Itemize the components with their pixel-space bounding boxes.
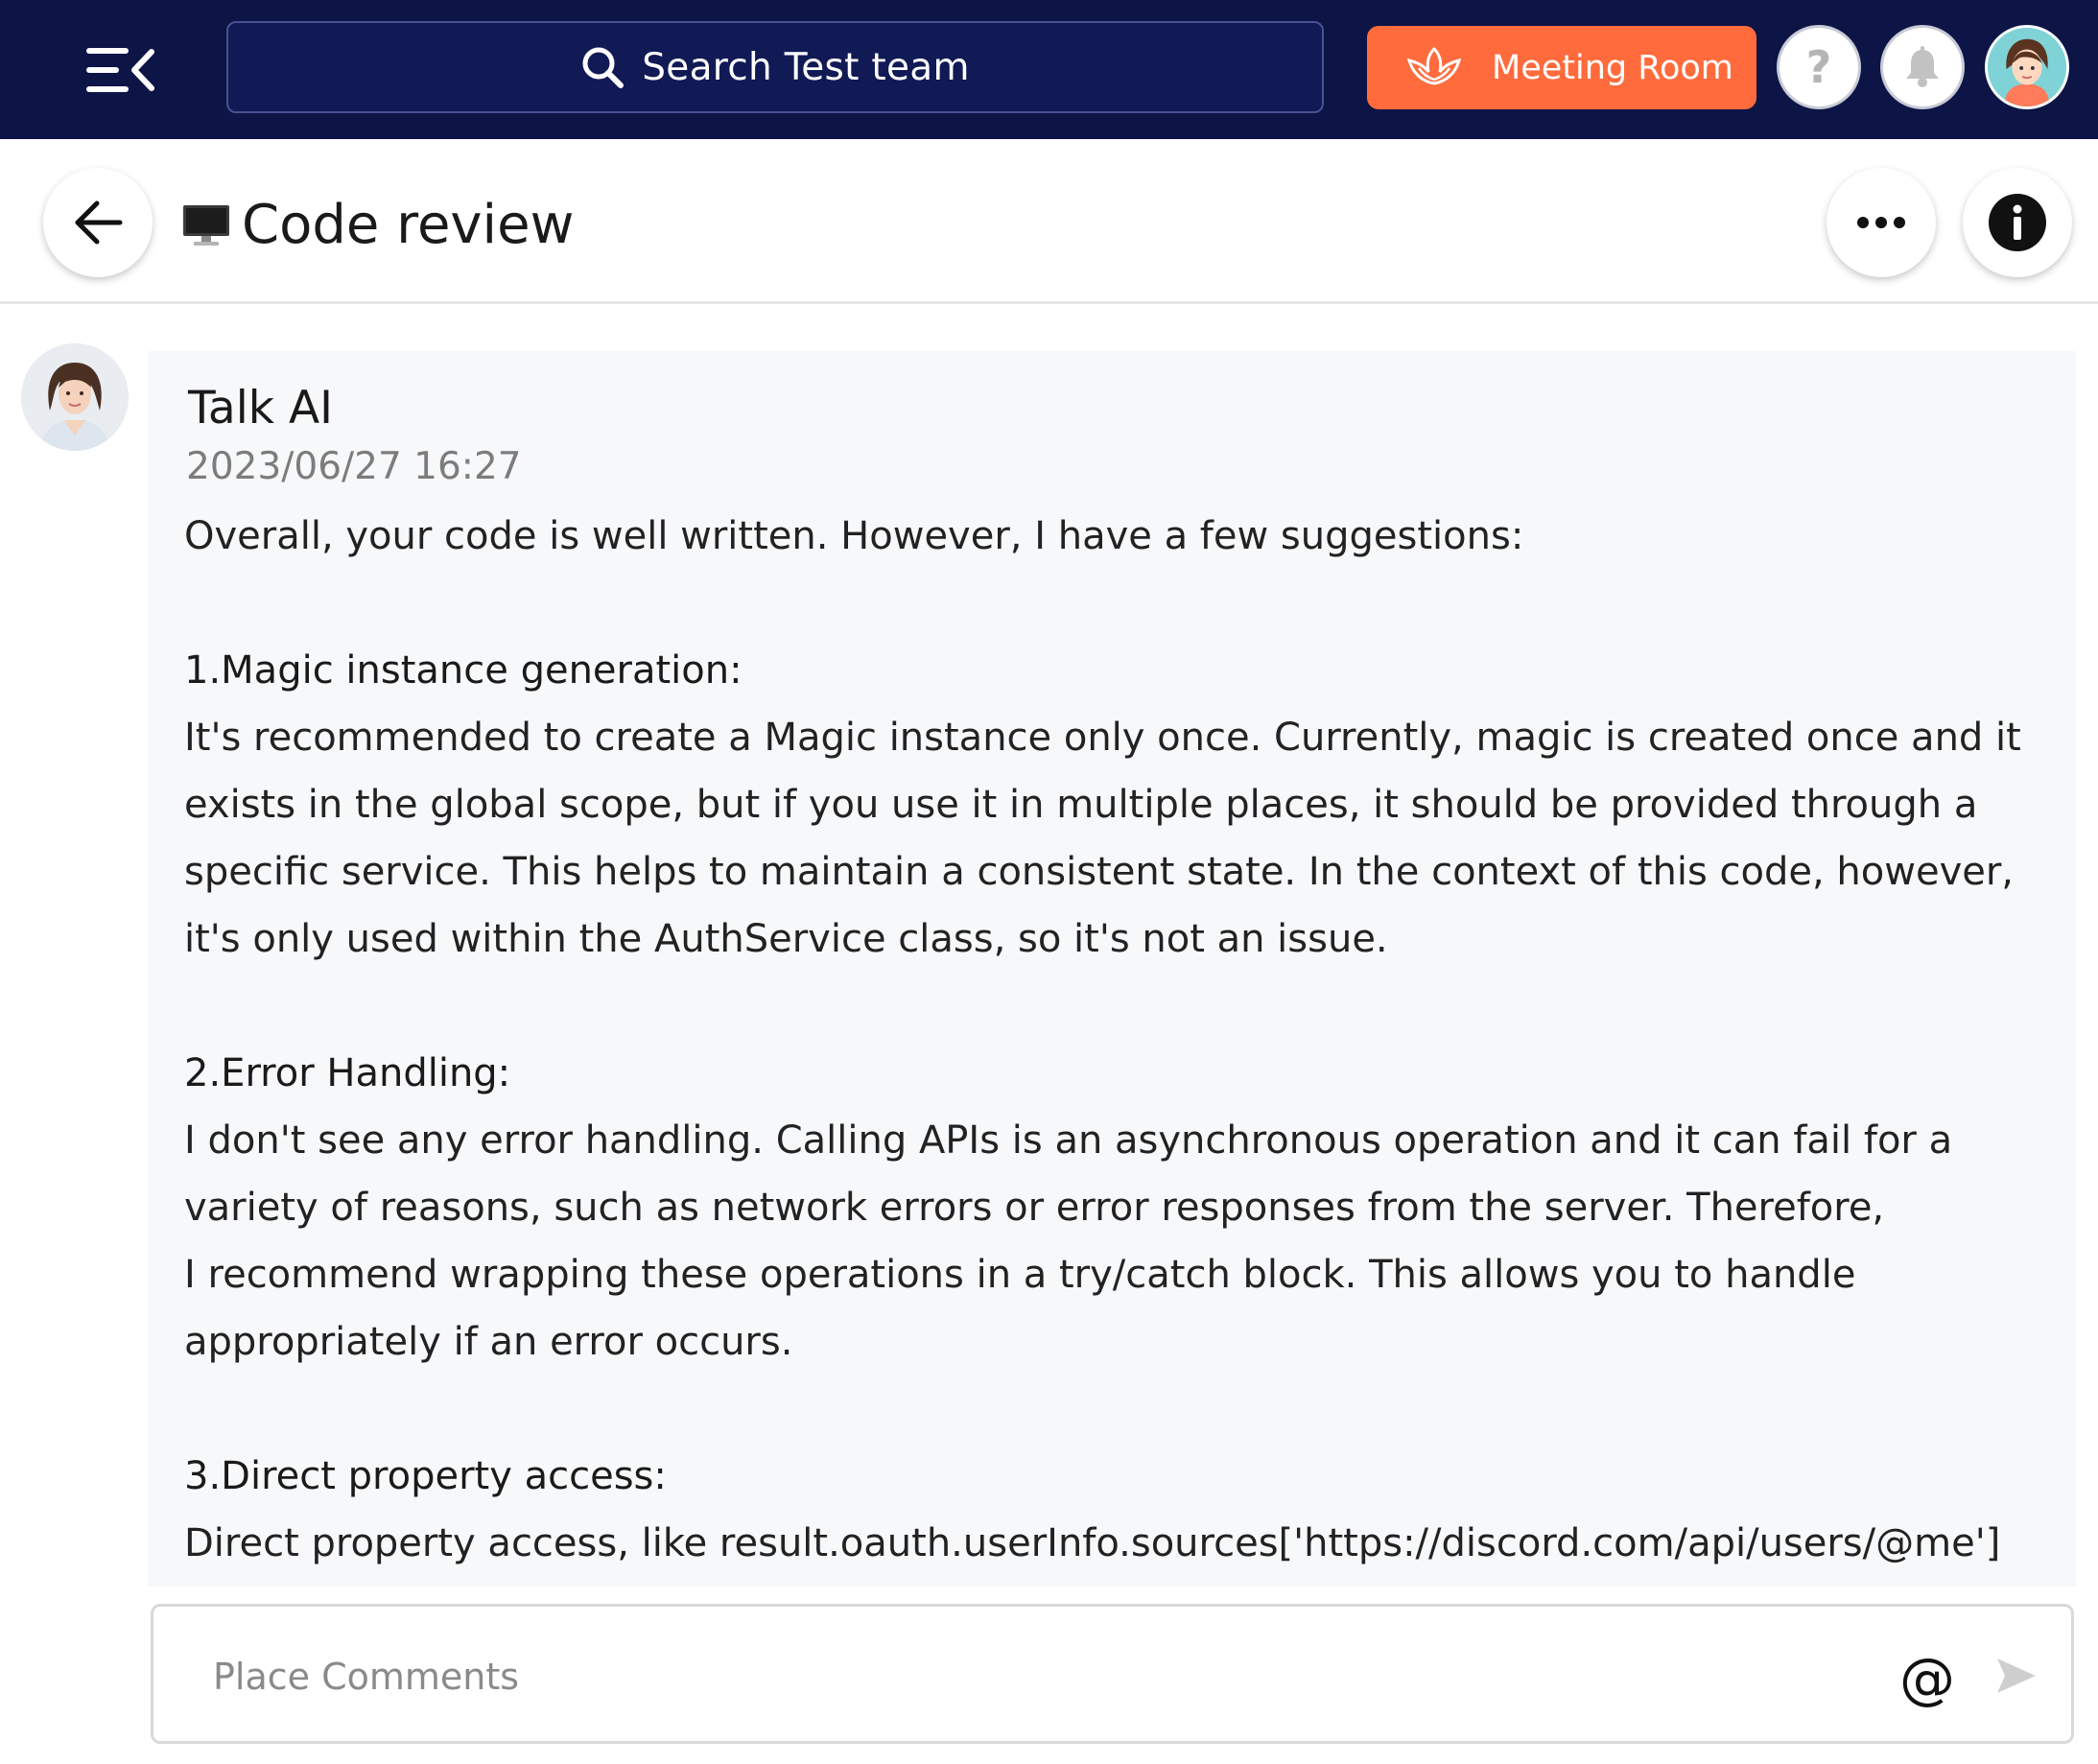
bell-icon bbox=[1906, 46, 1939, 87]
search-bar[interactable]: Search Test team bbox=[226, 21, 1324, 113]
arrow-left-icon bbox=[75, 200, 123, 245]
section-line: It's recommended to create a Magic insta… bbox=[184, 716, 2021, 760]
back-button[interactable] bbox=[43, 168, 153, 277]
desktop-computer-icon bbox=[183, 205, 229, 246]
section-line: Direct property access, like result.oaut… bbox=[184, 1521, 2001, 1565]
more-options-button[interactable] bbox=[1827, 168, 1936, 277]
section-line: I recommend wrapping these operations in… bbox=[184, 1253, 1856, 1297]
meeting-room-label: Meeting Room bbox=[1492, 49, 1733, 87]
message-intro: Overall, your code is well written. Howe… bbox=[184, 514, 1524, 558]
comment-composer: @ bbox=[151, 1604, 2074, 1744]
page-title: Code review bbox=[182, 195, 574, 256]
conversation-header: Code review bbox=[0, 139, 2098, 304]
menu-collapse-icon[interactable] bbox=[84, 44, 155, 96]
help-button[interactable]: ? bbox=[1777, 25, 1861, 109]
message-timestamp: 2023/06/27 16:27 bbox=[186, 445, 522, 488]
search-icon bbox=[582, 47, 625, 88]
user-avatar[interactable] bbox=[1985, 25, 2069, 109]
search-placeholder: Search Test team bbox=[642, 45, 970, 89]
question-mark-icon: ? bbox=[1805, 41, 1832, 93]
author-avatar[interactable] bbox=[21, 343, 129, 451]
message-body: Overall, your code is well written. Howe… bbox=[184, 503, 2055, 1577]
section-heading: 3.Direct property access: bbox=[184, 1454, 667, 1498]
ellipsis-icon bbox=[1857, 217, 1905, 228]
mention-button[interactable]: @ bbox=[1899, 1645, 1955, 1712]
message-card: Talk AI 2023/06/27 16:27 Overall, your c… bbox=[148, 351, 2076, 1587]
meeting-room-button[interactable]: Meeting Room bbox=[1367, 26, 1756, 109]
section-line: variety of reasons, such as network erro… bbox=[184, 1186, 1885, 1230]
section-heading: 1.Magic instance generation: bbox=[184, 648, 743, 693]
notifications-button[interactable] bbox=[1880, 25, 1965, 109]
section-heading: 2.Error Handling: bbox=[184, 1051, 511, 1095]
top-bar: Search Test team Meeting Room ? bbox=[0, 0, 2098, 139]
meeting-room-icon bbox=[1406, 47, 1462, 85]
message-author: Talk AI bbox=[188, 382, 333, 435]
section-line: appropriately if an error occurs. bbox=[184, 1320, 793, 1364]
section-line: it's only used within the AuthService cl… bbox=[184, 917, 1388, 961]
user-avatar-icon bbox=[1988, 28, 2066, 106]
author-avatar-icon bbox=[21, 343, 129, 451]
info-icon bbox=[1989, 194, 2046, 251]
send-icon bbox=[1997, 1658, 2036, 1693]
section-line: specific service. This helps to maintain… bbox=[184, 850, 2015, 894]
page-title-text: Code review bbox=[242, 194, 575, 256]
info-button[interactable] bbox=[1963, 168, 2072, 277]
send-button[interactable] bbox=[1995, 1657, 2038, 1695]
comment-input[interactable] bbox=[211, 1645, 1846, 1708]
section-line: exists in the global scope, but if you u… bbox=[184, 783, 1978, 827]
section-line: I don't see any error handling. Calling … bbox=[184, 1118, 1953, 1163]
